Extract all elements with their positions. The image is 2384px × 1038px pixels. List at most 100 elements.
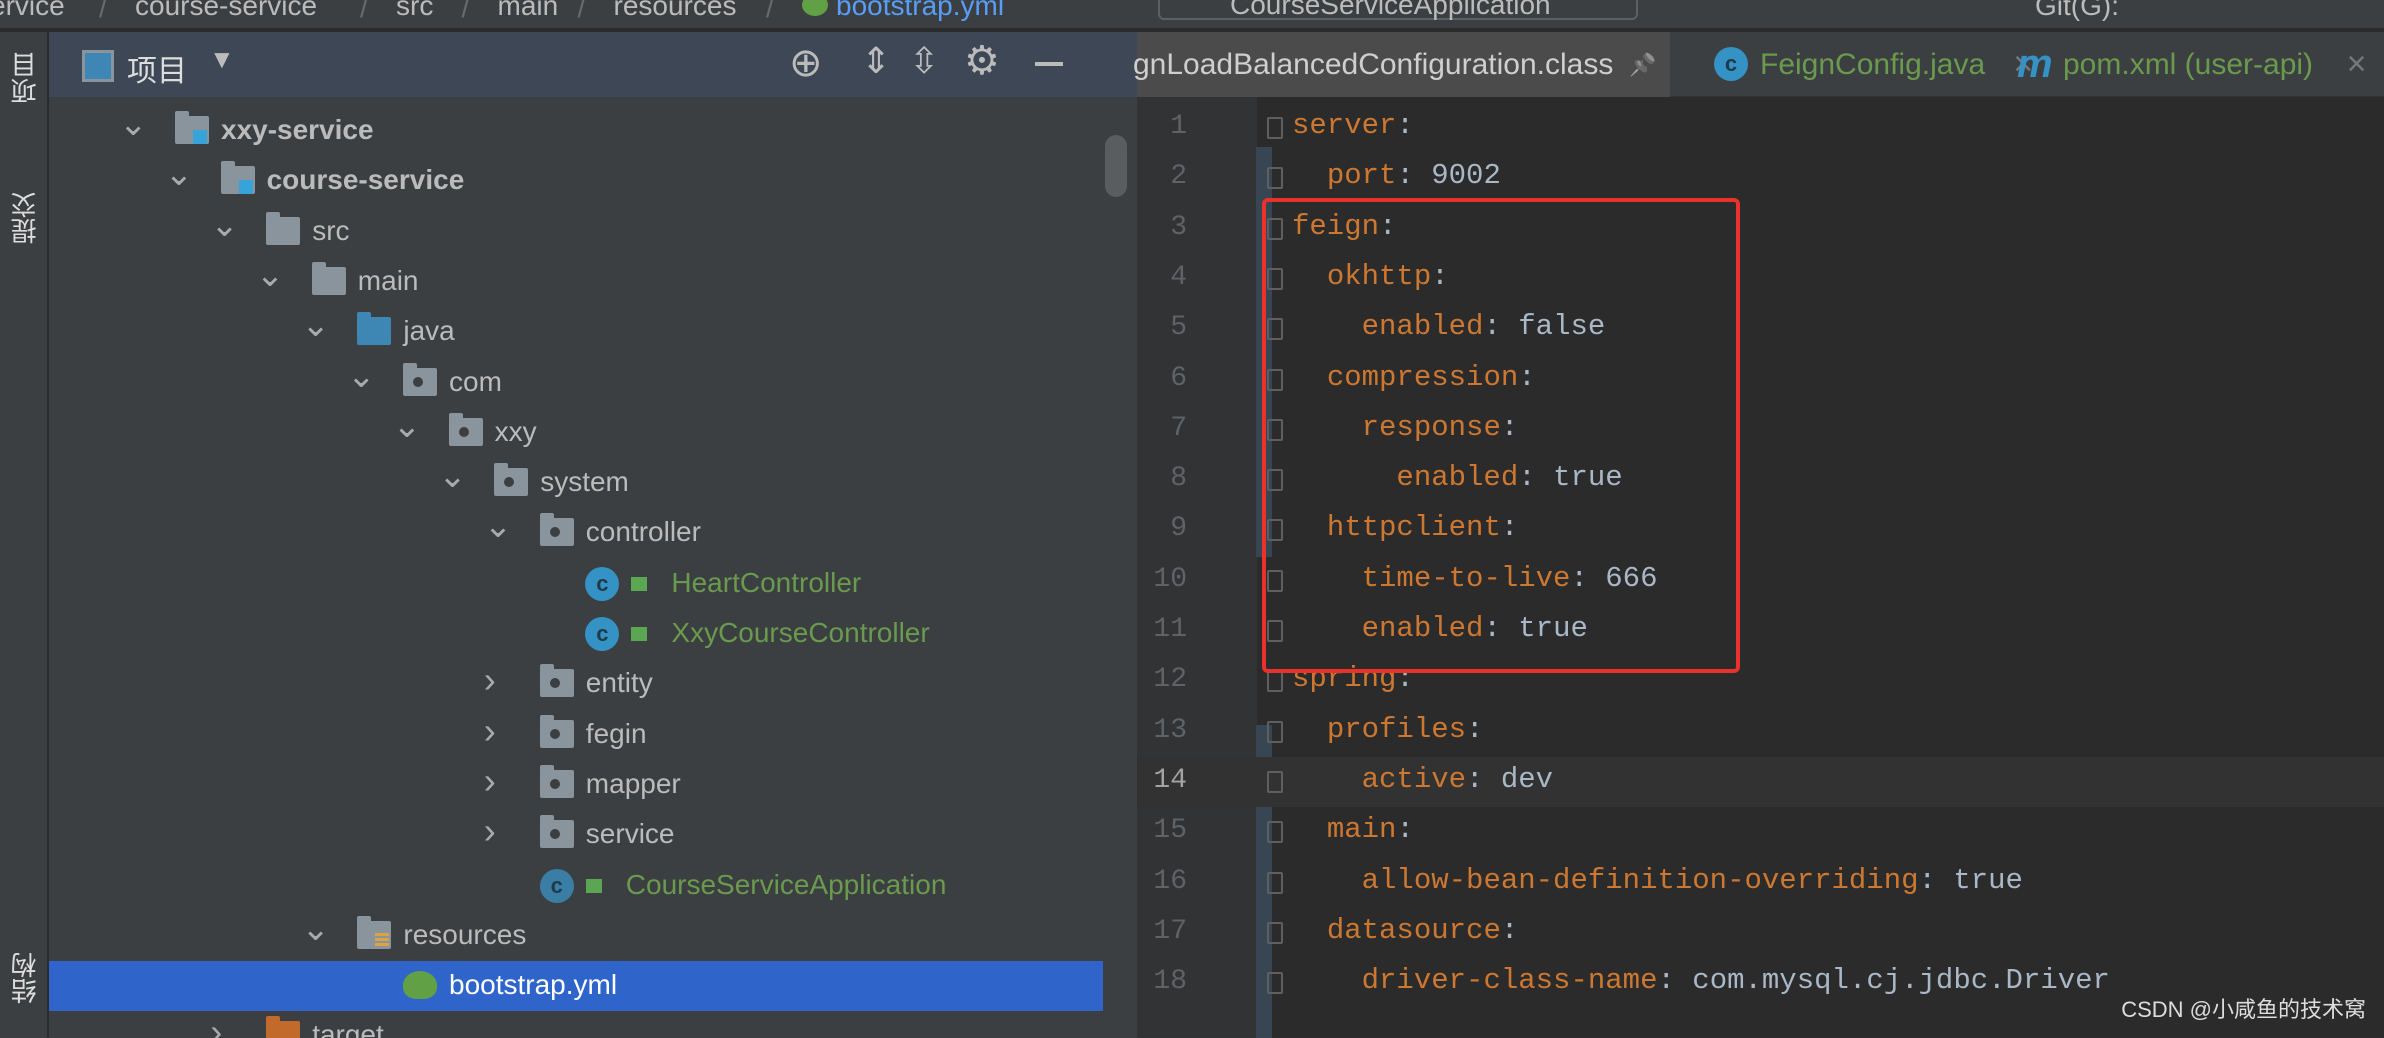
tree-item[interactable]: ⌄ controller [49, 506, 1103, 558]
tree-item[interactable]: c HeartController [49, 559, 1103, 609]
code-line: datasource: [1326, 913, 1536, 947]
breadcrumb-item[interactable]: main [498, 0, 559, 22]
code-line: profiles: [1326, 712, 1501, 746]
code-line: allow-bean-definition-overriding: true [1361, 863, 2023, 897]
pin-icon[interactable]: 📌 [1629, 32, 1656, 97]
tab-label: gnLoadBalancedConfiguration.class [1133, 48, 1614, 81]
code-line: driver-class-name: com.mysql.cj.jdbc.Dri… [1361, 964, 2110, 998]
breadcrumb-separator-icon: / [360, 0, 368, 23]
class-icon: c [585, 566, 620, 601]
gear-icon[interactable]: ⚙ [964, 38, 1000, 84]
tree-item[interactable]: c XxyCourseController [49, 609, 1103, 659]
chevron-right-icon[interactable]: › [484, 760, 496, 802]
chevron-down-icon[interactable]: ⌄ [165, 154, 194, 194]
tree-item[interactable]: ⌄ xxy-service [49, 104, 1103, 156]
fold-start-icon[interactable] [1267, 670, 1283, 693]
chevron-down-icon[interactable]: ⌄ [301, 909, 330, 949]
tree-item[interactable]: ⌄ resources [49, 909, 1103, 961]
breadcrumb-item[interactable]: src [396, 0, 433, 22]
tree-item[interactable]: ⌄ xxy [49, 406, 1103, 458]
chevron-down-icon[interactable]: ⌄ [301, 305, 330, 345]
yaml-key: main [1326, 813, 1397, 847]
tree-item-label: system [540, 466, 629, 498]
tree-item[interactable]: › mapper [49, 760, 1103, 810]
view-dropdown-icon[interactable]: ▼ [209, 44, 235, 75]
breadcrumb-item[interactable]: bootstrap.yml [836, 0, 1004, 22]
commit-tool-button[interactable]: 提交 [6, 192, 42, 244]
line-number: 3 [1170, 211, 1187, 243]
fold-start-icon[interactable] [1267, 821, 1283, 844]
tree-item[interactable]: ⌄ system [49, 456, 1103, 508]
chevron-down-icon[interactable]: ⌄ [484, 506, 513, 546]
package-icon [539, 513, 574, 547]
line-number: 10 [1153, 563, 1187, 595]
chevron-right-icon[interactable]: › [210, 1011, 222, 1038]
tree-item[interactable]: › entity [49, 659, 1103, 709]
expand-all-icon[interactable]: ⇕ [861, 40, 891, 82]
folder-icon [311, 261, 346, 295]
chevron-down-icon[interactable]: ⌄ [210, 205, 239, 245]
chevron-down-icon[interactable]: ⌄ [256, 255, 285, 295]
fold-start-icon[interactable] [1267, 921, 1283, 944]
breadcrumb-separator-icon: / [461, 0, 470, 23]
module-icon [220, 161, 255, 195]
editor-tab-bar: gnLoadBalancedConfiguration.class 📌 c Feign… [1133, 32, 2384, 97]
breadcrumb-separator-icon: / [577, 0, 586, 23]
fold-end-icon[interactable] [1267, 167, 1283, 190]
tree-item[interactable]: bootstrap.yml [49, 961, 1103, 1012]
chevron-right-icon[interactable]: › [484, 659, 496, 701]
structure-tool-button[interactable]: 结构 [6, 952, 42, 1004]
close-tab-icon[interactable]: × [2347, 32, 2367, 97]
breadcrumb-item[interactable]: resources [614, 0, 737, 22]
tree-item-label: resources [403, 918, 527, 950]
fold-end-icon[interactable] [1267, 770, 1283, 793]
yaml-value: com.mysql.cj.jdbc.Driver [1692, 964, 2110, 998]
package-icon [539, 764, 574, 798]
fold-start-icon[interactable] [1267, 720, 1283, 743]
yaml-file-icon [802, 0, 828, 16]
breadcrumb-item[interactable]: ervice [0, 0, 65, 22]
tree-item-label: bootstrap.yml [449, 969, 618, 1001]
chevron-down-icon[interactable]: ⌄ [119, 104, 148, 144]
collapse-all-icon[interactable]: ⇳ [909, 40, 939, 82]
chevron-right-icon[interactable]: › [484, 810, 496, 852]
chevron-right-icon[interactable]: › [484, 710, 496, 752]
tree-item[interactable]: › fegin [49, 710, 1103, 760]
tree-item[interactable]: › service [49, 810, 1103, 860]
tree-scrollbar[interactable] [1105, 135, 1127, 197]
package-icon [403, 362, 437, 396]
run-configuration-select[interactable]: CourseServiceApplication [1158, 0, 1638, 20]
spring-boot-class-icon: c [539, 868, 574, 903]
line-number: 8 [1170, 463, 1187, 495]
tree-item[interactable]: ⌄ src [49, 205, 1103, 257]
project-tool-button[interactable]: 项目 [6, 52, 42, 104]
package-icon [539, 664, 574, 698]
tree-item[interactable]: ⌄ course-service [49, 154, 1103, 206]
tree-item-label: mapper [585, 767, 681, 799]
fold-start-icon[interactable] [1267, 117, 1283, 139]
tree-item[interactable]: ⌄ java [49, 305, 1103, 357]
project-panel-title: 项目 [127, 55, 187, 88]
fold-end-icon[interactable] [1267, 972, 1283, 995]
tree-item-label: main [357, 264, 419, 296]
chevron-down-icon[interactable]: ⌄ [393, 406, 422, 446]
editor-tab[interactable]: gnLoadBalancedConfiguration.class 📌 [1133, 32, 1670, 97]
minimize-icon[interactable] [1035, 62, 1063, 66]
maven-icon: m [2017, 42, 2053, 86]
tree-item[interactable]: c CourseServiceApplication [49, 861, 1103, 911]
fold-end-icon[interactable] [1267, 871, 1283, 894]
tree-item[interactable]: ⌄ com [49, 356, 1103, 408]
line-number: 11 [1153, 614, 1187, 645]
module-marker [193, 130, 207, 144]
chevron-down-icon[interactable]: ⌄ [347, 356, 376, 396]
tree-item[interactable]: › target [49, 1011, 1103, 1038]
breadcrumb-item[interactable]: course-service [135, 0, 317, 22]
tree-item-label: com [449, 365, 502, 397]
chevron-down-icon[interactable]: ⌄ [438, 456, 467, 496]
tree-item[interactable]: ⌄ main [49, 255, 1103, 307]
locate-icon[interactable]: ⊕ [789, 40, 823, 86]
class-icon: c [1714, 47, 1748, 81]
line-number: 2 [1170, 161, 1187, 193]
yaml-key: active [1361, 762, 1467, 796]
tree-item-label: service [585, 818, 675, 850]
